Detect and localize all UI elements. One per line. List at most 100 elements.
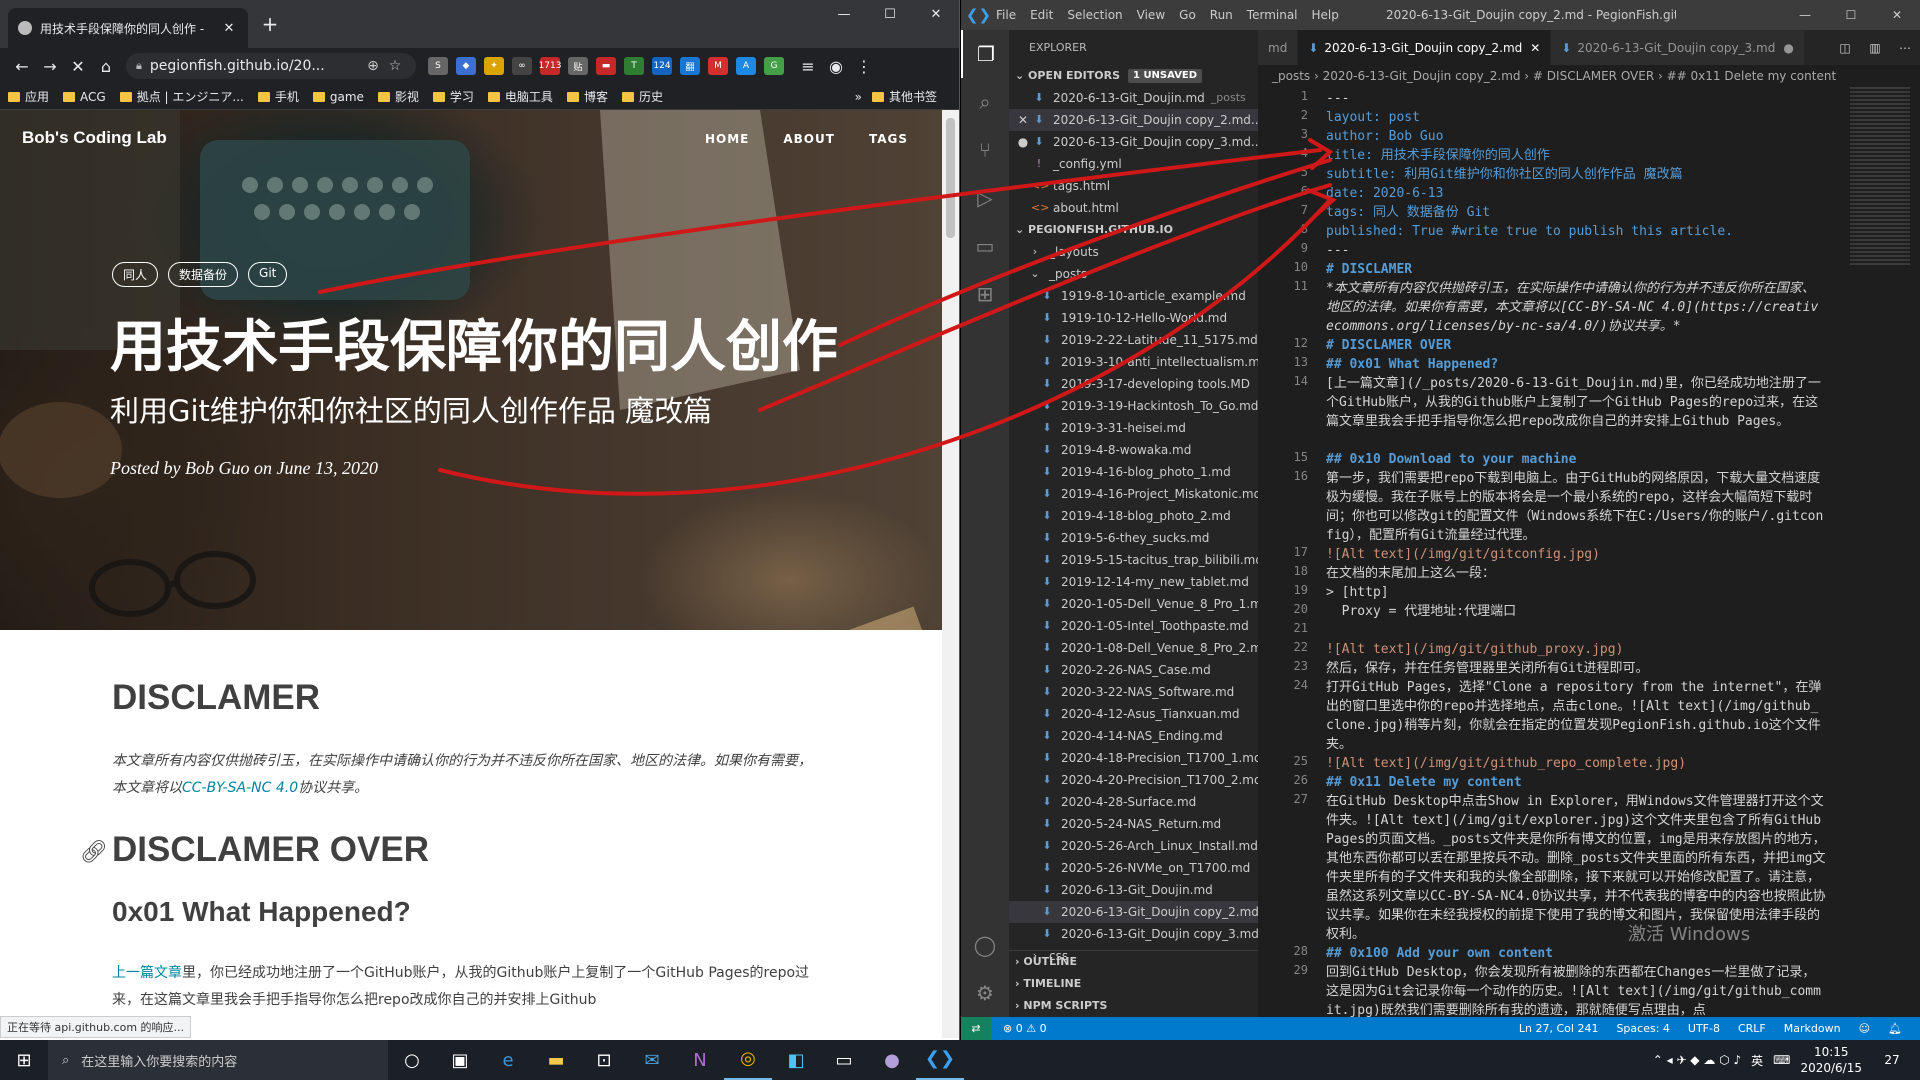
open-editor-item[interactable]: <> about.html — [1009, 197, 1258, 219]
bookmark-item[interactable]: 应用 — [8, 88, 49, 105]
store-icon[interactable]: ⊡ — [580, 1050, 628, 1071]
accounts-icon[interactable]: ◯ — [961, 921, 1009, 969]
add-to-reading-icon[interactable]: ⊕ — [362, 58, 384, 74]
ime-indicator[interactable]: 英 — [1751, 1052, 1763, 1069]
tray-icons[interactable]: ⌃ ◂ ✈ ◆ ☁ ⬡ ♪ — [1653, 1053, 1741, 1067]
encoding[interactable]: UTF-8 — [1688, 1022, 1720, 1035]
menu-item-terminal[interactable]: Terminal — [1247, 8, 1298, 22]
editor-state-icon[interactable]: ● — [1015, 131, 1031, 153]
menu-item-help[interactable]: Help — [1312, 8, 1339, 22]
file-item[interactable]: ⬇ 1919-10-12-Hello-World.md — [1009, 307, 1258, 329]
open-editors-section[interactable]: ⌄ OPEN EDITORS 1 UNSAVED — [1009, 65, 1258, 87]
nav-tags-link[interactable]: TAGS — [869, 132, 908, 146]
file-item[interactable]: ⬇ 2019-3-31-heisei.md — [1009, 417, 1258, 439]
npm-scripts-section[interactable]: › NPM SCRIPTS — [1009, 995, 1258, 1017]
extension-icon[interactable]: G — [764, 57, 784, 75]
extensions-icon[interactable]: ⊞ — [961, 270, 1009, 318]
bookmark-item[interactable]: 博客 — [566, 88, 608, 105]
clock[interactable]: 10:15 2020/6/15 — [1800, 1044, 1862, 1076]
indentation[interactable]: Spaces: 4 — [1616, 1022, 1669, 1035]
github-desktop-icon[interactable]: ● — [868, 1050, 916, 1071]
vscode-taskbar-icon[interactable]: ❮❯ — [916, 1040, 964, 1080]
menu-item-selection[interactable]: Selection — [1067, 8, 1122, 22]
forward-arrow-icon[interactable]: → — [36, 57, 64, 76]
source-control-icon[interactable]: ⑂ — [961, 126, 1009, 174]
open-editor-item[interactable]: ⬇ 2020-6-13-Git_Doujin.md _posts — [1009, 87, 1258, 109]
file-item[interactable]: ⬇ 2020-4-12-Asus_Tianxuan.md — [1009, 703, 1258, 725]
address-bar[interactable]: 🔒︎ pegionfish.github.io/20... ⊕ ☆ — [126, 53, 416, 79]
file-item[interactable]: ⬇ 2019-4-18-blog_photo_2.md — [1009, 505, 1258, 527]
code-editor[interactable]: 1 --- 2 layout: post 3 author: Bob Guo 4 title:… — [1258, 87, 1848, 1017]
file-item[interactable]: ⬇ 2020-2-26-NAS_Case.md — [1009, 659, 1258, 681]
file-item[interactable]: ⬇ 2019-2-22-Latitude_11_5175.md — [1009, 329, 1258, 351]
extension-icon[interactable]: 1713 — [539, 57, 561, 75]
extension-icon[interactable]: 翻 — [680, 57, 700, 75]
notification-center-icon[interactable]: 27 — [1874, 1053, 1910, 1067]
open-preview-icon[interactable]: ◫ — [1830, 41, 1860, 55]
minimize-button[interactable]: — — [821, 0, 867, 30]
problems-indicator[interactable]: ⊗ 0 ⚠ 0 — [1003, 1022, 1047, 1035]
nav-home-link[interactable]: HOME — [705, 132, 749, 146]
app-icon[interactable]: ◧ — [772, 1050, 820, 1071]
extension-icon[interactable]: S — [428, 57, 448, 75]
file-item[interactable]: ⬇ 2020-5-26-Arch_Linux_Install.md — [1009, 835, 1258, 857]
editor-tab[interactable]: ⬇ 2020-6-13-Git_Doujin copy_2.md ✕ — [1298, 30, 1552, 65]
page-scrollbar[interactable] — [942, 110, 959, 1038]
close-window-button[interactable]: ✕ — [1874, 0, 1920, 30]
extension-icon[interactable]: M — [708, 57, 728, 75]
bookmark-item[interactable]: 学习 — [432, 88, 474, 105]
file-item[interactable]: ⬇ 2020-5-26-NVMe_on_T1700.md — [1009, 857, 1258, 879]
file-item[interactable]: ⬇ 2019-3-10-anti_intellectualism.md — [1009, 351, 1258, 373]
file-item[interactable]: ⬇ 2020-6-13-Git_Doujin.md — [1009, 879, 1258, 901]
file-item[interactable]: ⬇ 2020-1-05-Dell_Venue_8_Pro_1.md — [1009, 593, 1258, 615]
bookmark-item[interactable]: 拠点 | エンジニア... — [119, 88, 244, 105]
close-tab-icon[interactable]: ✕ — [1530, 41, 1540, 55]
open-editor-item[interactable]: ✕ ⬇ 2020-6-13-Git_Doujin copy_2.md... — [1009, 109, 1258, 131]
line-ending[interactable]: CRLF — [1738, 1022, 1766, 1035]
chrome-menu-icon[interactable]: ⋮ — [850, 57, 878, 76]
tag-link[interactable]: Git — [248, 262, 288, 287]
extension-icon[interactable]: ∞ — [512, 57, 532, 75]
timeline-section[interactable]: › TIMELINE — [1009, 973, 1258, 995]
bookmark-item[interactable]: 电脑工具 — [487, 88, 553, 105]
extension-icon[interactable]: 124 — [652, 57, 672, 75]
menu-item-run[interactable]: Run — [1210, 8, 1233, 22]
more-actions-icon[interactable]: ⋯ — [1890, 41, 1920, 55]
bookmark-item[interactable]: 手机 — [257, 88, 299, 105]
other-bookmarks[interactable]: 其他书签 — [871, 88, 937, 105]
editor-tab[interactable]: md — [1258, 30, 1299, 65]
open-editor-item[interactable]: ! _config.yml — [1009, 153, 1258, 175]
cortana-icon[interactable]: ○ — [388, 1050, 436, 1071]
outline-section[interactable]: › OUTLINE — [1009, 951, 1258, 973]
editor-state-icon[interactable]: ✕ — [1015, 109, 1031, 131]
breadcrumb[interactable]: _posts › 2020-6-13-Git_Doujin copy_2.md … — [1258, 65, 1920, 87]
file-item[interactable]: ⬇ 2019-4-8-wowaka.md — [1009, 439, 1258, 461]
menu-item-edit[interactable]: Edit — [1030, 8, 1053, 22]
close-tab-icon[interactable]: ✕ — [220, 21, 238, 36]
file-item[interactable]: ⬇ 2020-6-13-Git_Doujin copy_2.md — [1009, 901, 1258, 923]
profile-avatar-icon[interactable]: ◉ — [822, 57, 850, 76]
previous-article-link[interactable]: 上一篇文章 — [112, 965, 182, 981]
browser-tab[interactable]: 用技术手段保障你的同人创作 - ✕ — [8, 8, 248, 48]
explorer-icon[interactable]: ❐ — [961, 30, 1009, 78]
anchor-link-icon[interactable]: 🔗︎ — [80, 840, 108, 865]
cursor-position[interactable]: Ln 27, Col 241 — [1519, 1022, 1599, 1035]
maximize-button[interactable]: ☐ — [1828, 0, 1874, 30]
minimize-button[interactable]: — — [1782, 0, 1828, 30]
taskbar-search[interactable]: ⌕ 在这里输入你要搜索的内容 — [48, 1040, 388, 1080]
file-item[interactable]: ⬇ 2019-5-15-tacitus_trap_bilibili.md — [1009, 549, 1258, 571]
edge-icon[interactable]: e — [484, 1050, 532, 1071]
search-icon[interactable]: ⌕ — [961, 78, 1009, 126]
tag-link[interactable]: 同人 — [112, 262, 159, 287]
unsaved-dot-icon[interactable]: ● — [1783, 41, 1793, 55]
nav-about-link[interactable]: ABOUT — [783, 132, 835, 146]
bookmark-item[interactable]: game — [312, 88, 364, 105]
remote-indicator-icon[interactable]: ⇄ — [961, 1017, 991, 1040]
file-item[interactable]: ⬇ 2019-5-6-they_sucks.md — [1009, 527, 1258, 549]
extension-icon[interactable]: ▬ — [596, 57, 616, 75]
menu-item-view[interactable]: View — [1137, 8, 1165, 22]
file-item[interactable]: ⬇ 2020-1-08-Dell_Venue_8_Pro_2.md — [1009, 637, 1258, 659]
file-explorer-icon[interactable]: ▬ — [532, 1050, 580, 1071]
bookmark-star-icon[interactable]: ☆ — [384, 58, 406, 74]
extension-icon[interactable]: 贴 — [568, 57, 588, 75]
